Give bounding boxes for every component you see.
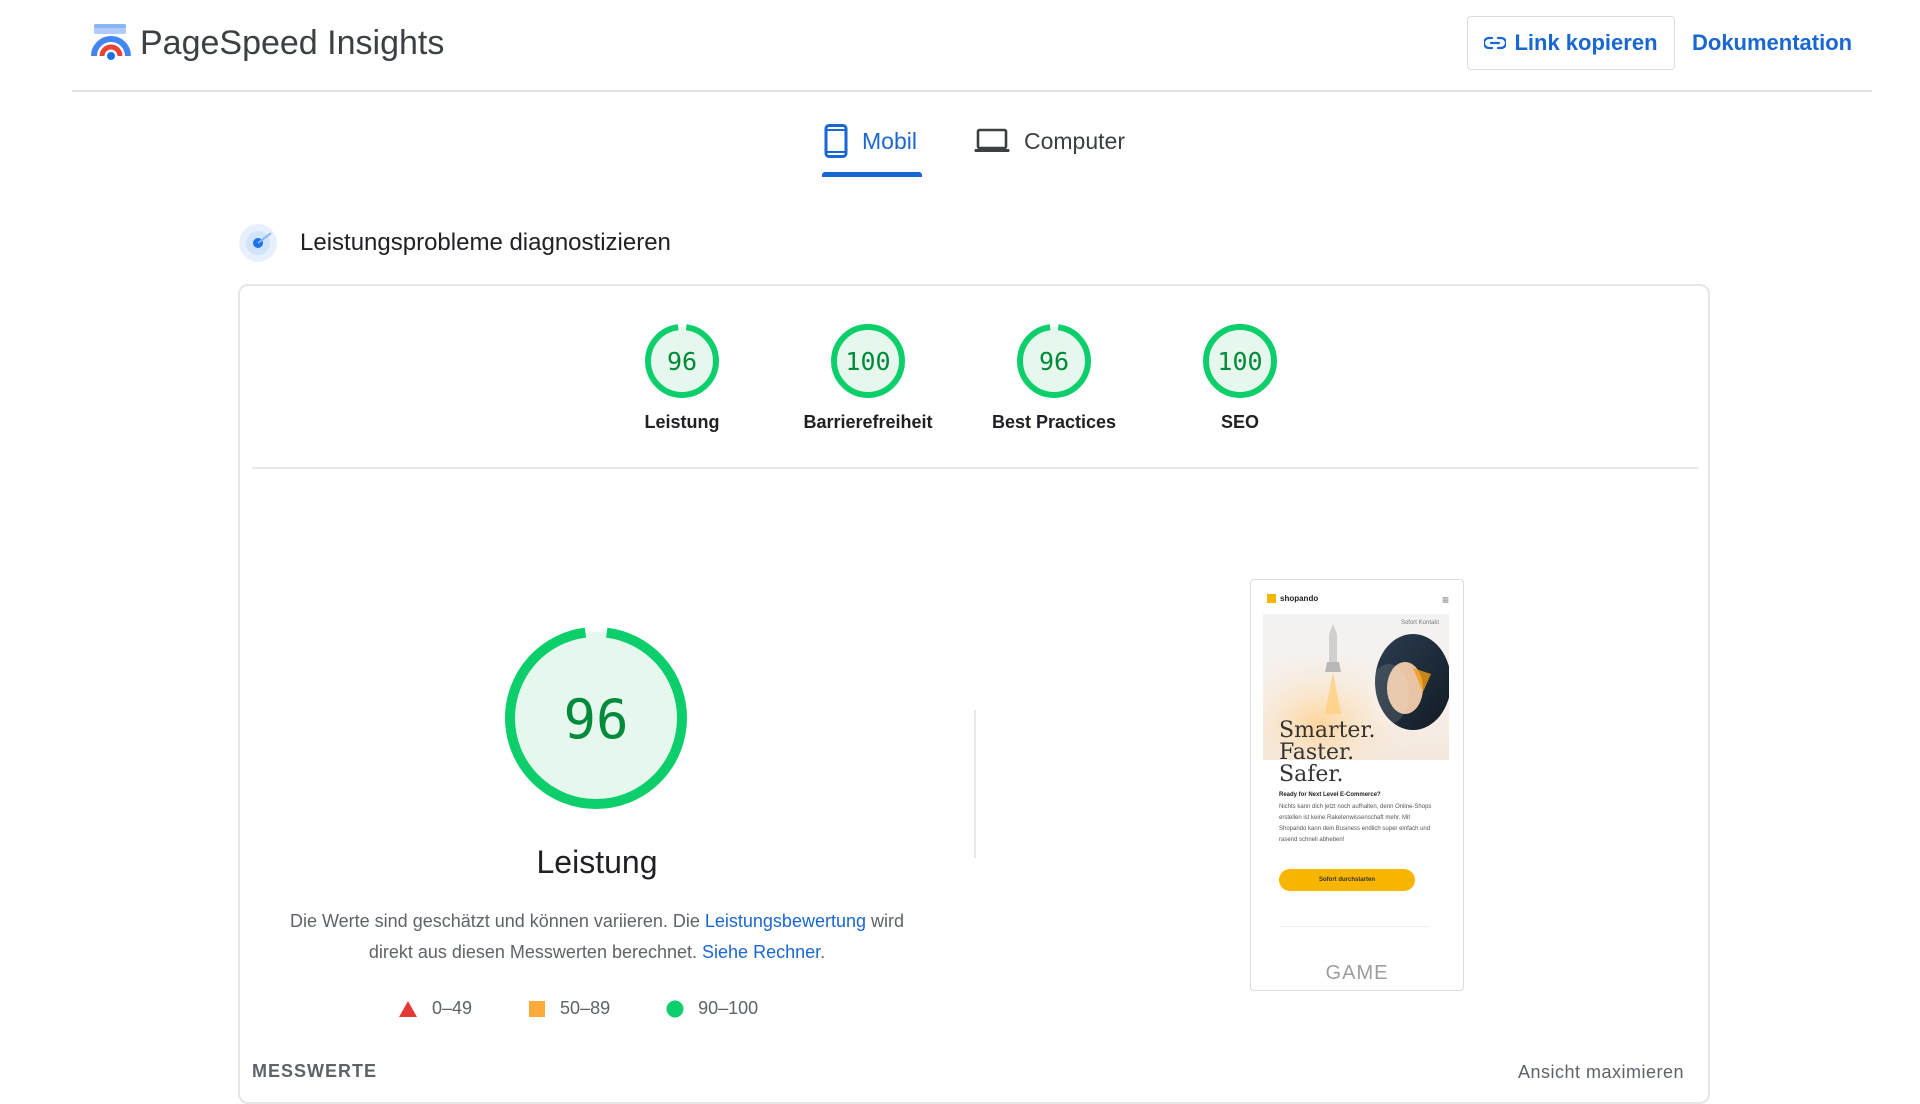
brand-square-icon [1267, 594, 1276, 603]
gauge-best-practices[interactable]: 96 Best Practices [974, 322, 1134, 433]
gauge-label: SEO [1220, 412, 1259, 432]
final-screenshot-thumbnail[interactable]: shopando ≡ Sofort Kontakt Smarter. Faste… [1250, 579, 1464, 991]
diagnose-title: Leistungsprobleme diagnostizieren [300, 229, 671, 256]
screenshot-subheading: Ready for Next Level E-Commerce? [1279, 792, 1381, 798]
score-legend: 0–49 50–89 90–100 [398, 998, 814, 1019]
brand-name: shopando [1280, 594, 1319, 603]
red-triangle-icon [399, 1000, 417, 1017]
performance-score-gauge: 96 [505, 627, 687, 809]
screenshot-body-text: Nichts kann dich jetzt noch aufhalten, d… [1279, 804, 1432, 843]
orange-square-icon [529, 1000, 546, 1017]
screenshot-cta-button: Sofort durchstarten [1279, 869, 1415, 891]
screenshot-headline: Smarter. Faster. Safer. [1279, 720, 1376, 786]
copy-link-button[interactable]: Link kopieren [1467, 16, 1675, 70]
score-ring: 100 [831, 324, 905, 398]
active-tab-indicator [822, 172, 922, 177]
hamburger-menu-icon: ≡ [1441, 593, 1449, 607]
screenshot-contact-link: Sofort Kontakt [1400, 620, 1439, 626]
performance-score-link[interactable]: Leistungsbewertung [705, 911, 866, 931]
documentation-link[interactable]: Dokumentation [1692, 30, 1852, 56]
cta-label: Sofort durchstarten [1318, 877, 1375, 883]
performance-title: Leistung [536, 844, 658, 880]
screenshot-topbar: shopando ≡ [1267, 594, 1449, 612]
calculator-link[interactable]: Siehe Rechner [702, 942, 820, 962]
tab-mobile-label: Mobil [862, 127, 917, 154]
gauges-divider [252, 467, 1698, 469]
score-value: 100 [845, 347, 890, 376]
performance-score-value: 96 [563, 688, 628, 751]
link-icon [1484, 36, 1507, 50]
legend-range: 90–100 [698, 998, 759, 1018]
report-card: 96 Leistung 100 Barrierefreiheit 96 Best… [238, 284, 1710, 1104]
gauge-label: Barrierefreiheit [803, 412, 933, 432]
green-circle-icon [666, 1000, 684, 1017]
tab-mobile[interactable]: Mobil [824, 108, 917, 174]
tab-desktop[interactable]: Computer [974, 108, 1125, 174]
score-ring: 100 [1203, 324, 1277, 398]
legend-range: 50–89 [560, 998, 611, 1018]
gauge-performance[interactable]: 96 Leistung [602, 322, 762, 433]
category-gauges: 96 Leistung 100 Barrierefreiheit 96 Best… [240, 322, 1708, 432]
performance-description: Die Werte sind geschätzt und können vari… [280, 906, 914, 968]
gauge-label: Best Practices [991, 412, 1117, 432]
diagnose-section-heading: Leistungsprobleme diagnostizieren [238, 221, 671, 265]
legend-item-poor: 0–49 [398, 998, 472, 1019]
metrics-section-label: MESSWERTE [252, 1061, 378, 1081]
pagespeed-logo-icon [91, 24, 131, 60]
desc-text-1: Die Werte sind geschätzt und können vari… [289, 911, 705, 931]
score-value: 96 [1039, 347, 1069, 376]
vertical-divider [974, 710, 976, 858]
diagnose-radar-icon [239, 224, 277, 262]
headline-line: Safer. [1279, 762, 1344, 787]
desc-text-3: . [820, 942, 826, 962]
tab-desktop-label: Computer [1024, 127, 1125, 154]
screenshot-footer-text: GAME [1325, 962, 1389, 984]
score-ring: 96 [645, 324, 719, 398]
device-tabs: Mobil Computer [0, 108, 1920, 178]
gauge-seo[interactable]: 100 SEO [1160, 322, 1320, 433]
laptop-icon [974, 128, 1010, 152]
copy-link-label: Link kopieren [1514, 30, 1658, 55]
screenshot-divider [1279, 926, 1429, 927]
score-ring: 96 [1017, 324, 1091, 398]
legend-item-average: 50–89 [528, 998, 610, 1019]
screenshot-brand: shopando [1267, 594, 1318, 603]
headline-line: Faster. [1279, 740, 1355, 765]
gauge-label: Leistung [644, 412, 720, 432]
top-header: PageSpeed Insights Link kopieren Dokumen… [72, 0, 1872, 92]
legend-range: 0–49 [432, 998, 473, 1018]
score-value: 100 [1217, 347, 1262, 376]
smartphone-icon [824, 124, 848, 158]
headline-line: Smarter. [1279, 718, 1376, 743]
legend-item-good: 90–100 [666, 998, 758, 1019]
app-title: PageSpeed Insights [140, 24, 445, 62]
gauge-accessibility[interactable]: 100 Barrierefreiheit [788, 322, 948, 433]
score-value: 96 [667, 347, 697, 376]
